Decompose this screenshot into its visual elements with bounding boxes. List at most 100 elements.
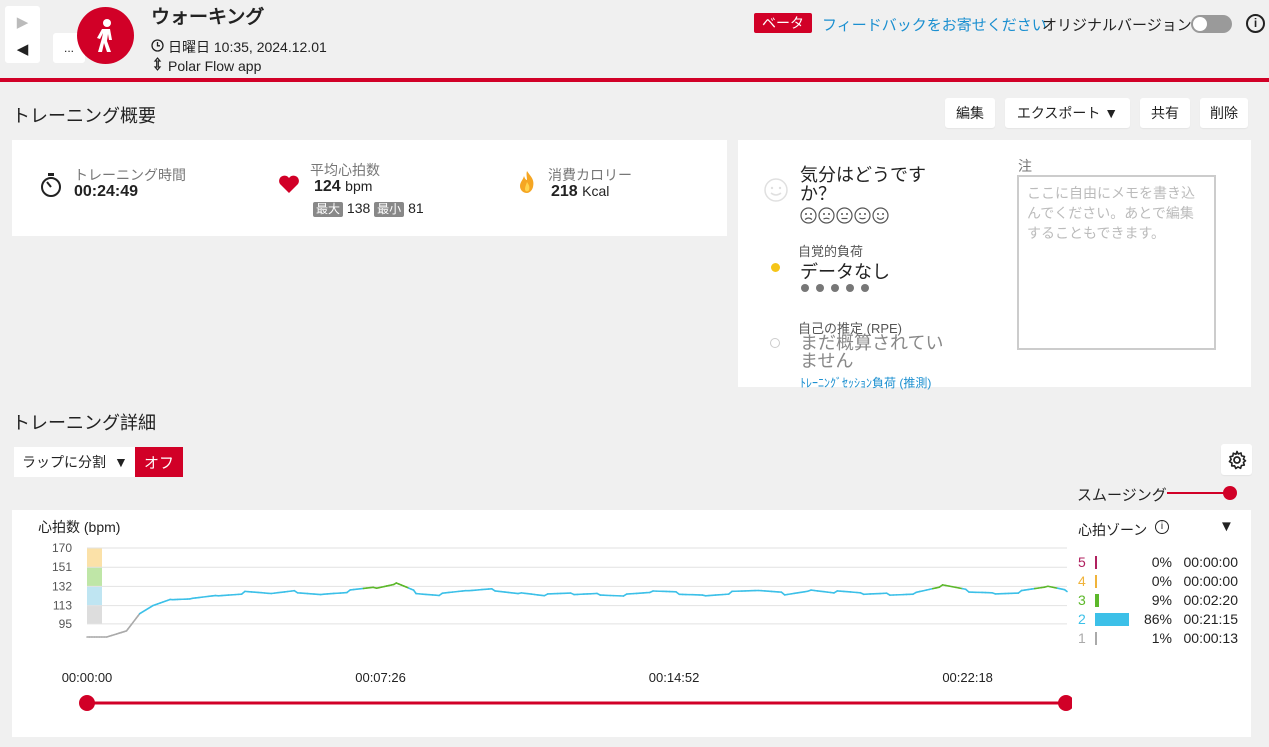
x-tick-label: 00:07:26 [355,670,406,685]
heart-rate-label: 平均心拍数 [310,162,380,178]
feeling-question: 気分はどうですか？ [800,165,926,204]
original-version-toggle[interactable] [1191,15,1232,33]
heart-rate-line-segment [1063,588,1068,593]
duration-value: 00:24:49 [74,183,139,200]
smoothing-slider-track[interactable] [1167,492,1231,494]
heart-rate-range: 最大 138 最小 81 [313,200,424,217]
zone-percent: 0% [1151,554,1172,570]
smoothing-slider-handle[interactable] [1223,486,1237,500]
zone-bar [1095,632,1097,645]
x-tick-label: 00:14:52 [649,670,700,685]
session-load-link[interactable]: ﾄﾚｰﾆﾝｸﾞｾｯｼｮﾝ負荷 (推測) [800,374,931,391]
duration-label: トレーニング時間 [74,167,186,183]
export-button[interactable]: エクスポート ▼ [1005,98,1130,128]
zone-row: 1 1% 00:00:13 [1078,630,1248,648]
zone-bar [1095,594,1099,607]
load-dot-2[interactable] [816,284,824,292]
note-label: 注 [1018,158,1032,174]
zone-bar [1095,575,1097,588]
mood-very-good-icon[interactable] [872,207,889,224]
zone1-band [87,605,102,624]
heart-icon [278,174,300,199]
zones-collapse-icon[interactable]: ▼ [1219,518,1234,535]
header: ▶ ◀ ... ウォーキング 日曜日 10:35, 2024.12.01 Pol… [0,0,1269,82]
heart-rate-min: 81 [408,200,424,216]
dropdown-arrow-icon: ▼ [114,454,128,470]
load-dot-3[interactable] [831,284,839,292]
max-tag: 最大 [313,202,344,217]
y-tick-label: 170 [52,541,72,555]
x-tick-label: 00:00:00 [62,670,113,685]
zone-time: 00:00:00 [1183,573,1239,589]
zone-percent: 1% [1151,630,1172,646]
zone-number: 2 [1078,611,1086,627]
mood-options [800,207,889,224]
mood-bad-icon[interactable] [818,207,835,224]
heart-rate-unit: bpm [345,178,373,194]
calories-label: 消費カロリー [548,167,632,183]
zone-time: 00:21:15 [1183,611,1239,627]
heart-rate-avg: 124 bpm [314,178,372,196]
zone-number: 4 [1078,573,1086,589]
y-tick-label: 113 [53,599,72,613]
zone-number: 1 [1078,630,1086,646]
stopwatch-icon [39,172,63,203]
heart-rate-chart[interactable]: 170 151 132 113 95 00:00:00 00:07:26 00:14:52 00… [12,510,1072,737]
perceived-load-dot [771,263,780,272]
zone2-band [87,586,102,606]
load-dot-1[interactable] [801,284,809,292]
rpe-dot [770,338,780,348]
perceived-load-value: データなし [800,262,890,282]
calories-value: 218 [551,183,578,200]
zones-title: 心拍ゾーン [1078,522,1148,538]
info-icon[interactable]: i [1246,14,1265,33]
session-datetime: 日曜日 10:35, 2024.12.01 [168,39,327,55]
load-dot-5[interactable] [861,284,869,292]
lap-select[interactable]: ラップに分割 ▼ [14,447,135,477]
details-title: トレーニング詳細 [12,413,156,433]
share-button[interactable]: 共有 [1140,98,1190,128]
sync-icon [151,57,164,74]
zone-time: 00:02:20 [1183,592,1239,608]
load-dot-4[interactable] [846,284,854,292]
feedback-link[interactable]: フィードバックをお寄せください [822,14,1047,35]
zone-bar [1095,613,1129,626]
heart-rate-value: 124 [314,178,341,195]
mood-very-bad-icon[interactable] [800,207,817,224]
zones-info-icon[interactable]: i [1155,520,1169,534]
min-tag: 最小 [374,202,405,217]
calories-row: 218 Kcal [551,183,609,201]
settings-gear-icon[interactable] [1221,444,1252,475]
prev-arrow-icon[interactable]: ◀ [5,35,40,63]
perceived-load-dots[interactable] [801,284,869,292]
next-arrow-icon[interactable]: ▶ [5,8,40,36]
page-title: ウォーキング [151,7,265,28]
zone4-band [87,548,102,568]
range-slider-end-handle[interactable] [1058,695,1072,711]
x-tick-label: 00:22:18 [942,670,993,685]
mood-good-icon[interactable] [854,207,871,224]
zone-row: 2 86% 00:21:15 [1078,611,1248,629]
lap-select-value: ラップに分割 [22,454,106,470]
y-tick-label: 132 [52,579,72,593]
mood-neutral-option-icon[interactable] [836,207,853,224]
rpe-value: まだ概算されていません [800,333,944,371]
summary-card: トレーニング時間 00:24:49 平均心拍数 124 bpm 最大 138 最… [12,140,727,236]
lap-off-button[interactable]: オフ [135,447,183,477]
note-textarea[interactable]: ここに自由にメモを書き込んでください。あとで編集することもできます。 [1017,175,1216,350]
zone-bar [1095,556,1097,569]
range-slider-start-handle[interactable] [79,695,95,711]
calories-unit: Kcal [582,183,610,199]
zone-number: 3 [1078,592,1086,608]
zone-time: 00:00:00 [1183,554,1239,570]
y-tick-label: 95 [59,617,73,631]
zone-time: 00:00:13 [1183,630,1239,646]
zone-number: 5 [1078,554,1086,570]
source-row: Polar Flow app [151,57,261,74]
heart-rate-max: 138 [346,200,371,216]
edit-button[interactable]: 編集 [945,98,995,128]
delete-button[interactable]: 削除 [1200,98,1248,128]
zone3-band [87,567,102,587]
beta-badge: ベータ [754,13,812,33]
nav-box: ▶ ◀ [5,6,40,63]
